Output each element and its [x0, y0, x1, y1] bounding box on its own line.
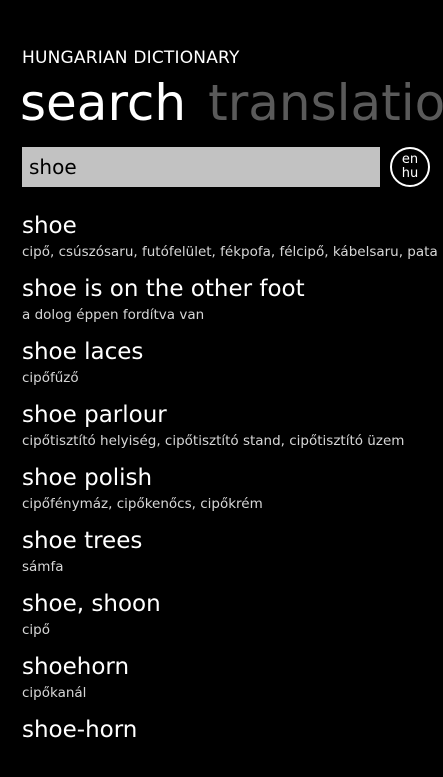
result-term: shoe polish	[22, 465, 153, 491]
pivot-item-translation[interactable]: translation	[208, 70, 443, 136]
result-translation: cipőfénymáz, cipőkenőcs, cipőkrém	[22, 496, 263, 512]
result-translation: cipő, csúszósaru, futófelület, fékpofa, …	[22, 244, 438, 260]
result-term: shoe parlour	[22, 402, 167, 428]
result-translation: cipőtisztító helyiség, cipőtisztító stan…	[22, 433, 405, 449]
result-term: shoe	[22, 213, 77, 239]
list-item[interactable]: shoe-horn	[22, 714, 443, 777]
result-term: shoe trees	[22, 528, 143, 554]
result-translation: cipőkanál	[22, 685, 87, 701]
app-title: HUNGARIAN DICTIONARY	[22, 48, 240, 68]
list-item[interactable]: shoe polish cipőfénymáz, cipőkenőcs, cip…	[22, 462, 443, 525]
result-term: shoe, shoon	[22, 591, 161, 617]
result-translation: cipőfűző	[22, 370, 79, 386]
search-input[interactable]	[22, 147, 380, 187]
result-translation: cipő	[22, 622, 51, 638]
list-item[interactable]: shoe cipő, csúszósaru, futófelület, fékp…	[22, 210, 443, 273]
list-item[interactable]: shoe laces cipőfűző	[22, 336, 443, 399]
result-term: shoe-horn	[22, 717, 138, 743]
result-term: shoe laces	[22, 339, 144, 365]
result-translation: a dolog éppen fordítva van	[22, 307, 205, 323]
list-item[interactable]: shoehorn cipőkanál	[22, 651, 443, 714]
list-item[interactable]: shoe, shoon cipő	[22, 588, 443, 651]
pivot-header: search translation	[20, 70, 443, 136]
result-term: shoe is on the other foot	[22, 276, 305, 302]
list-item[interactable]: shoe trees sámfa	[22, 525, 443, 588]
result-term: shoehorn	[22, 654, 130, 680]
target-language-label: hu	[401, 166, 419, 181]
results-list: shoe cipő, csúszósaru, futófelület, fékp…	[22, 210, 443, 777]
pivot-item-search[interactable]: search	[20, 70, 186, 136]
result-translation: sámfa	[22, 559, 64, 575]
list-item[interactable]: shoe parlour cipőtisztító helyiség, cipő…	[22, 399, 443, 462]
list-item[interactable]: shoe is on the other foot a dolog éppen …	[22, 273, 443, 336]
language-toggle-button[interactable]: en hu	[390, 147, 430, 187]
source-language-label: en	[401, 152, 419, 167]
